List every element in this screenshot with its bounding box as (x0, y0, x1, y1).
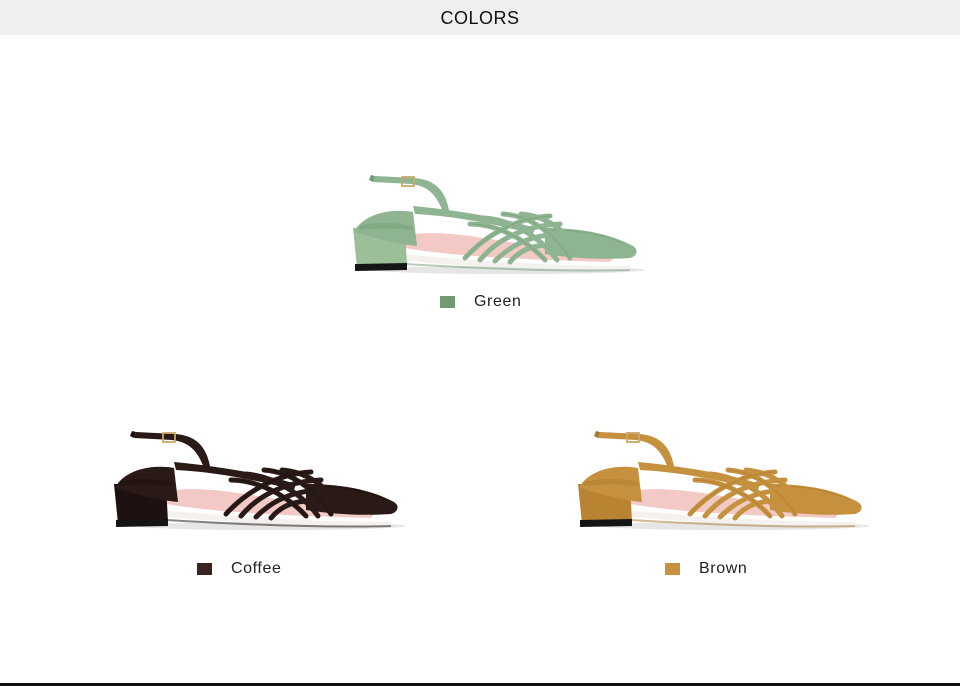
slingback-shoe-icon (114, 431, 406, 530)
slingback-shoe-icon (578, 431, 870, 530)
colors-page: COLORS Green Coffee Brown (0, 0, 960, 686)
slingback-shoe-icon (353, 175, 645, 274)
color-swatch (197, 563, 212, 575)
section-header: COLORS (0, 0, 960, 35)
color-name: Brown (699, 560, 748, 577)
color-label-coffee: Coffee (197, 560, 281, 578)
color-name: Coffee (231, 560, 282, 577)
page-title: COLORS (440, 7, 520, 28)
color-swatch (665, 563, 680, 575)
color-swatch (440, 296, 455, 308)
color-label-green: Green (440, 293, 521, 311)
color-label-brown: Brown (665, 560, 747, 578)
color-name: Green (474, 293, 522, 310)
